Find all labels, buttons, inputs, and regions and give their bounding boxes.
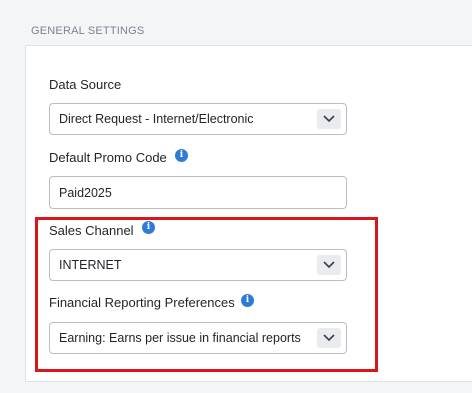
section-title: GENERAL SETTINGS	[31, 25, 145, 37]
info-icon[interactable]: i	[175, 149, 188, 162]
promo-code-label: Default Promo Code	[49, 150, 167, 165]
promo-code-value: Paid2025	[59, 186, 112, 200]
data-source-value: Direct Request - Internet/Electronic	[59, 112, 254, 126]
promo-code-input[interactable]: Paid2025	[49, 176, 347, 209]
data-source-label: Data Source	[49, 77, 122, 92]
chevron-down-icon[interactable]	[317, 109, 341, 129]
highlight-box	[35, 217, 378, 372]
data-source-select[interactable]: Direct Request - Internet/Electronic	[49, 103, 347, 135]
